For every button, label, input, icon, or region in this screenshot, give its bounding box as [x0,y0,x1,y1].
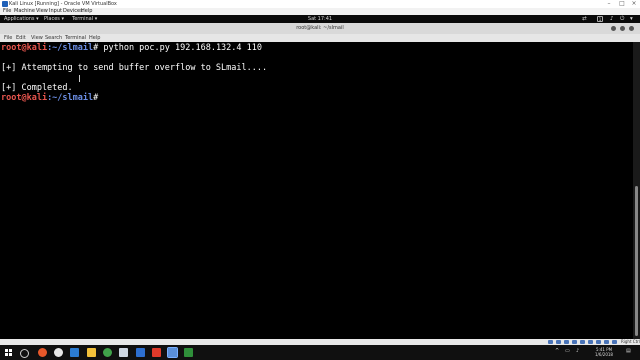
shared-folders-icon[interactable] [588,340,593,344]
scrollbar-thumb[interactable] [635,186,638,336]
network-status-icon[interactable] [572,340,577,344]
power-icon[interactable]: ⏻ [620,15,624,23]
terminal-menu-search[interactable]: Search [45,34,62,42]
tray-network-icon[interactable]: ▭ [565,349,570,354]
terminal-taskbar-icon[interactable] [184,348,193,357]
firefox-icon[interactable] [38,348,47,357]
tray-chevron-icon[interactable]: ^ [555,349,559,354]
terminal-title-bar: root@kali: ~/slmail [0,23,640,34]
terminal-menu-bar: File Edit View Search Terminal Help [0,34,640,42]
terminal-menu-terminal[interactable]: Terminal [65,34,86,42]
vbox-menu-machine[interactable]: Machine [14,8,35,15]
usb-status-icon[interactable] [580,340,585,344]
volume-icon[interactable]: ♪ [610,15,614,23]
hdd-status-icon[interactable] [548,340,553,344]
terminal-line: root@kali:~/slmail# [1,93,98,103]
terminal-menu-view[interactable]: View [31,34,43,42]
maximize-icon[interactable]: □ [617,0,627,8]
terminal-line: [+] Attempting to send buffer overflow t… [1,63,268,73]
prompt-user: root@kali [1,43,48,53]
outlook-icon[interactable] [70,348,79,357]
terminal-window-title: root@kali: ~/slmail [296,25,344,31]
workspace-indicator[interactable]: 1 [597,16,603,22]
vbox-window-title: Kali Linux [Running] - Oracle VM Virtual… [9,1,117,7]
chrome-icon[interactable] [54,348,63,357]
prompt-path: :~/slmail [47,43,94,53]
terminal-menu-help[interactable]: Help [89,34,100,42]
terminal-scrollbar[interactable] [633,42,640,339]
display-status-icon[interactable] [596,340,601,344]
clock[interactable]: Sat 17:41 [0,15,640,23]
vbox-menu-devices[interactable]: Devices [63,8,83,15]
app-icon-green[interactable] [103,348,112,357]
terminal-line: [+] Completed. [1,83,73,93]
app-icon-blue[interactable] [136,348,145,357]
command-text: # python poc.py 192.168.132.4 110 [93,43,263,53]
terminal-menu-file[interactable]: File [4,34,12,42]
search-icon[interactable] [20,349,29,358]
cpu-status-icon[interactable] [612,340,617,344]
terminal-output[interactable]: root@kali:~/slmail# python poc.py 192.16… [0,42,633,339]
mouse-cursor-icon [79,75,80,82]
notifications-icon[interactable]: ▤ [626,349,631,354]
vbox-menu-help[interactable]: Help [81,8,92,15]
vbox-menu-bar: File Machine View Input Devices Help [0,8,640,15]
audio-status-icon[interactable] [564,340,569,344]
app-icon-gray[interactable] [119,348,128,357]
app-icon-red[interactable] [152,348,161,357]
vbox-menu-view[interactable]: View [36,8,48,15]
vbox-menu-file[interactable]: File [3,8,11,15]
vbox-title-bar: Kali Linux [Running] - Oracle VM Virtual… [0,0,640,8]
terminal-maximize-icon[interactable] [620,26,625,31]
taskbar-clock[interactable]: 5:41 PM 1/6/2018 [588,347,620,357]
terminal-line: root@kali:~/slmail# python poc.py 192.16… [1,43,262,53]
virtualbox-icon [2,1,8,7]
file-explorer-icon[interactable] [87,348,96,357]
windows-start-icon[interactable] [5,349,12,356]
taskbar-date: 1/6/2018 [595,352,613,357]
network-icon[interactable]: ⇄ [582,15,587,23]
prompt-user: root@kali [1,93,48,103]
tray-volume-icon[interactable]: ♪ [576,349,579,354]
prompt-path: :~/slmail [47,93,94,103]
vbox-menu-input[interactable]: Input [49,8,62,15]
command-text: # [93,93,99,103]
chevron-down-icon[interactable]: ▾ [630,15,633,23]
windows-taskbar: ^ ▭ ♪ 5:41 PM 1/6/2018 ▤ [0,345,640,360]
terminal-menu-edit[interactable]: Edit [16,34,26,42]
gnome-top-bar: Applications ▾ Places ▾ Terminal ▾ Sat 1… [0,15,640,23]
terminal-close-icon[interactable] [629,26,634,31]
minimize-icon[interactable]: – [604,0,614,8]
close-icon[interactable]: × [629,0,639,8]
optical-status-icon[interactable] [556,340,561,344]
terminal-minimize-icon[interactable] [611,26,616,31]
virtualbox-taskbar-icon[interactable] [167,347,178,358]
recording-status-icon[interactable] [604,340,609,344]
